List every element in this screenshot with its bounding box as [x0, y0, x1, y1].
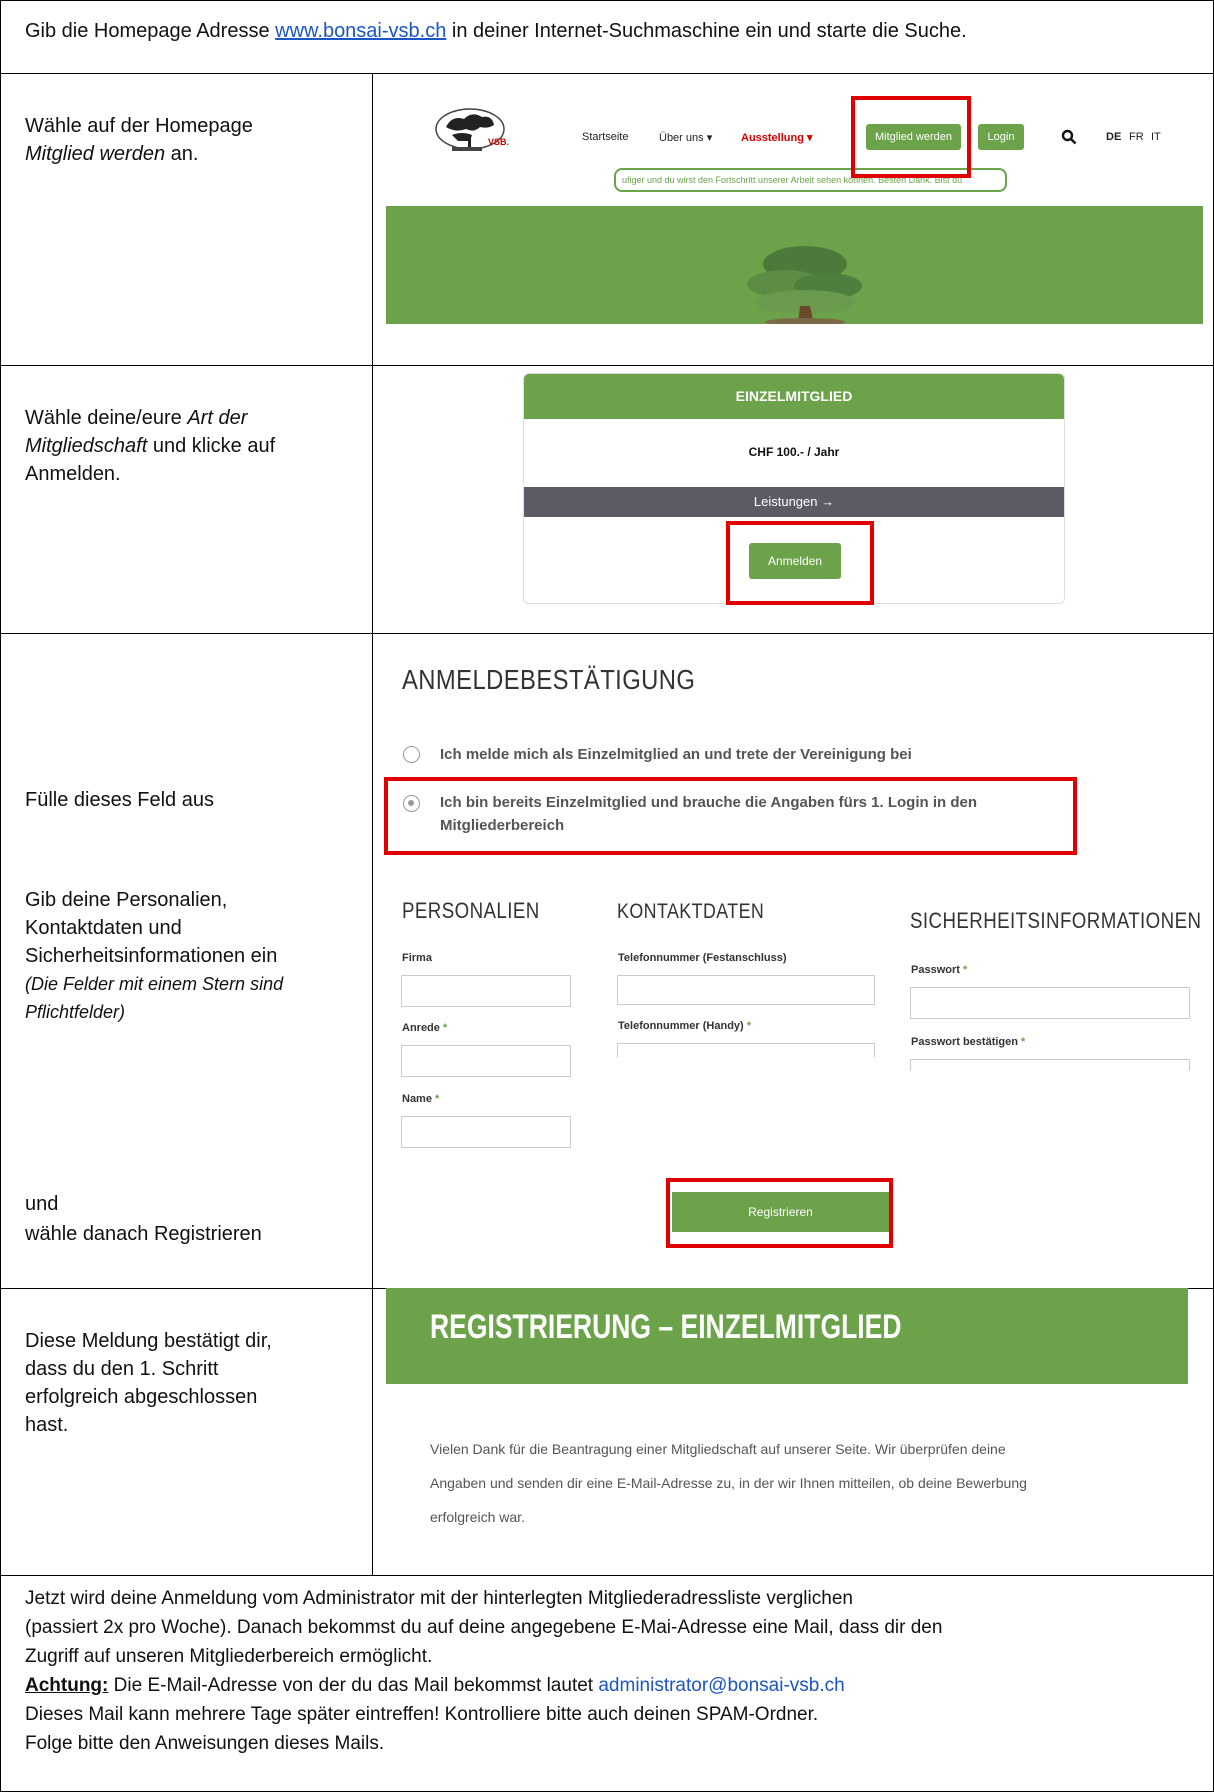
- option-new-member-label: Ich melde mich als Einzelmitglied an und…: [440, 746, 912, 763]
- footer-l2: (passiert 2x pro Woche). Danach bekommst…: [25, 1617, 943, 1638]
- passwort2-text: Passwort bestätigen: [911, 1036, 1018, 1048]
- intro-text: Gib die Homepage Adresse www.bonsai-vsb.…: [25, 17, 967, 45]
- sicherheit-heading: SICHERHEITSINFORMATIONEN: [910, 908, 1202, 933]
- highlight-existing-member: [384, 777, 1077, 855]
- kontaktdaten-heading: KONTAKTDATEN: [617, 900, 765, 923]
- footer-text: Jetzt wird deine Anmeldung vom Administr…: [25, 1584, 942, 1758]
- logo-text: VSB.: [488, 137, 509, 147]
- passwort-label: Passwort *: [911, 964, 967, 976]
- intro-after: in deiner Internet-Suchmaschine ein und …: [446, 20, 967, 42]
- tel-handy-label: Telefonnummer (Handy) *: [618, 1020, 751, 1032]
- intro-before: Gib die Homepage Adresse: [25, 20, 276, 42]
- step3-then: wähle danach Registrieren: [25, 1223, 262, 1245]
- row-divider: [0, 1575, 1214, 1576]
- step1-line1: Wähle auf der Homepage: [25, 115, 253, 137]
- card-title: EINZELMITGLIED: [524, 374, 1064, 419]
- passwort2-input[interactable]: [910, 1059, 1190, 1071]
- column-divider: [372, 73, 373, 1575]
- step4-instruction: Diese Meldung bestätigt dir, dass du den…: [25, 1327, 272, 1439]
- search-icon[interactable]: [1061, 129, 1077, 145]
- step3-p2: Kontaktdaten und: [25, 917, 182, 939]
- step3-p3: Sicherheitsinformationen ein: [25, 945, 278, 967]
- lang-it[interactable]: IT: [1151, 131, 1161, 143]
- step1-after: an.: [165, 143, 199, 165]
- services-bar[interactable]: Leistungen →: [524, 487, 1064, 517]
- name-text: Name: [402, 1093, 432, 1105]
- step1-italic: Mitglied werden: [25, 143, 166, 165]
- admin-email[interactable]: administrator@bonsai-vsb.ch: [598, 1675, 844, 1696]
- step4-l4: hast.: [25, 1414, 69, 1436]
- name-input[interactable]: [401, 1116, 571, 1148]
- step3-and: und: [25, 1193, 59, 1215]
- login-button[interactable]: Login: [978, 124, 1024, 150]
- footer-l1: Jetzt wird deine Anmeldung vom Administr…: [25, 1588, 853, 1609]
- highlight-register-button: [666, 1178, 893, 1248]
- required-star: *: [1021, 1036, 1026, 1048]
- firma-label: Firma: [402, 952, 432, 964]
- warning-text: Die E-Mail-Adresse von der du das Mail b…: [108, 1675, 599, 1696]
- anrede-label: Anrede *: [402, 1022, 447, 1034]
- confirmation-title: REGISTRIERUNG – EINZELMITGLIED: [430, 1308, 902, 1346]
- homepage-link[interactable]: www.bonsai-vsb.ch: [275, 20, 446, 42]
- step2-l1: Wähle deine/eure: [25, 407, 188, 429]
- nav-ausstellung[interactable]: Ausstellung ▾: [741, 131, 813, 144]
- passwort-text: Passwort: [911, 964, 960, 976]
- required-star: *: [442, 1022, 448, 1034]
- footer-l5: Dieses Mail kann mehrere Tage später ein…: [25, 1704, 819, 1725]
- tel-handy-text: Telefonnummer (Handy): [618, 1020, 744, 1032]
- step1-instruction: Wähle auf der Homepage Mitglied werden a…: [25, 112, 253, 168]
- passwort-input[interactable]: [910, 987, 1190, 1019]
- name-label: Name *: [402, 1093, 439, 1105]
- confirmation-text: Vielen Dank für die Beantragung einer Mi…: [430, 1432, 1027, 1534]
- card-price: CHF 100.- / Jahr: [748, 445, 840, 459]
- step3-p4: (Die Felder mit einem Stern sind: [25, 974, 284, 994]
- bonsai-tree-image: [747, 246, 862, 324]
- passwort2-label: Passwort bestätigen *: [911, 1036, 1025, 1048]
- step4-l3: erfolgreich abgeschlossen: [25, 1386, 258, 1408]
- row-divider: [0, 633, 1214, 634]
- step3-p5: Pflichtfelder): [25, 1002, 126, 1022]
- step2-l1-italic: Art der: [187, 407, 248, 429]
- form-heading: ANMELDEBESTÄTIGUNG: [402, 664, 696, 695]
- step2-instruction: Wähle deine/eure Art der Mitgliedschaft …: [25, 404, 275, 488]
- highlight-signup-button: [726, 521, 874, 605]
- required-star: *: [435, 1093, 440, 1105]
- thanks-line3: erfolgreich war.: [430, 1509, 525, 1525]
- nav-startseite[interactable]: Startseite: [582, 131, 628, 143]
- step2-l3: Anmelden.: [25, 463, 121, 485]
- required-star: *: [746, 1020, 752, 1032]
- tel-handy-input[interactable]: [617, 1043, 875, 1057]
- nav-ueber-uns[interactable]: Über uns ▾: [659, 131, 712, 144]
- step4-l1: Diese Meldung bestätigt dir,: [25, 1330, 272, 1352]
- row-divider: [0, 365, 1214, 366]
- firma-input[interactable]: [401, 975, 571, 1007]
- instruction-document: Gib die Homepage Adresse www.bonsai-vsb.…: [0, 0, 1214, 1792]
- row-divider: [0, 73, 1214, 74]
- thanks-line2: Angaben und senden dir eine E-Mail-Adres…: [430, 1475, 1027, 1491]
- warning-label: Achtung:: [25, 1675, 109, 1696]
- bonsai-logo: VSB.: [435, 108, 509, 151]
- lang-de[interactable]: DE: [1106, 131, 1121, 143]
- tel-fest-input[interactable]: [617, 975, 875, 1005]
- step2-l2: und klicke auf: [147, 435, 276, 457]
- footer-l6: Folge bitte den Anweisungen dieses Mails…: [25, 1733, 385, 1754]
- step2-l2-italic: Mitgliedschaft: [25, 435, 148, 457]
- fill-field-instruction: Fülle dieses Feld aus: [25, 789, 214, 811]
- lang-fr[interactable]: FR: [1129, 131, 1144, 143]
- personalien-heading: PERSONALIEN: [402, 898, 540, 923]
- thanks-line1: Vielen Dank für die Beantragung einer Mi…: [430, 1441, 1006, 1457]
- anrede-select[interactable]: [401, 1045, 571, 1077]
- tel-fest-label: Telefonnummer (Festanschluss): [618, 952, 787, 964]
- step3-p1: Gib deine Personalien,: [25, 889, 228, 911]
- radio-new-member[interactable]: [403, 746, 420, 763]
- step4-l2: dass du den 1. Schritt: [25, 1358, 219, 1380]
- step3-instruction: Gib deine Personalien, Kontaktdaten und …: [25, 886, 283, 1026]
- required-star: *: [962, 964, 968, 976]
- anrede-text: Anrede: [402, 1022, 440, 1034]
- highlight-member-button: [851, 96, 971, 178]
- footer-l3: Zugriff auf unseren Mitgliederbereich er…: [25, 1646, 433, 1667]
